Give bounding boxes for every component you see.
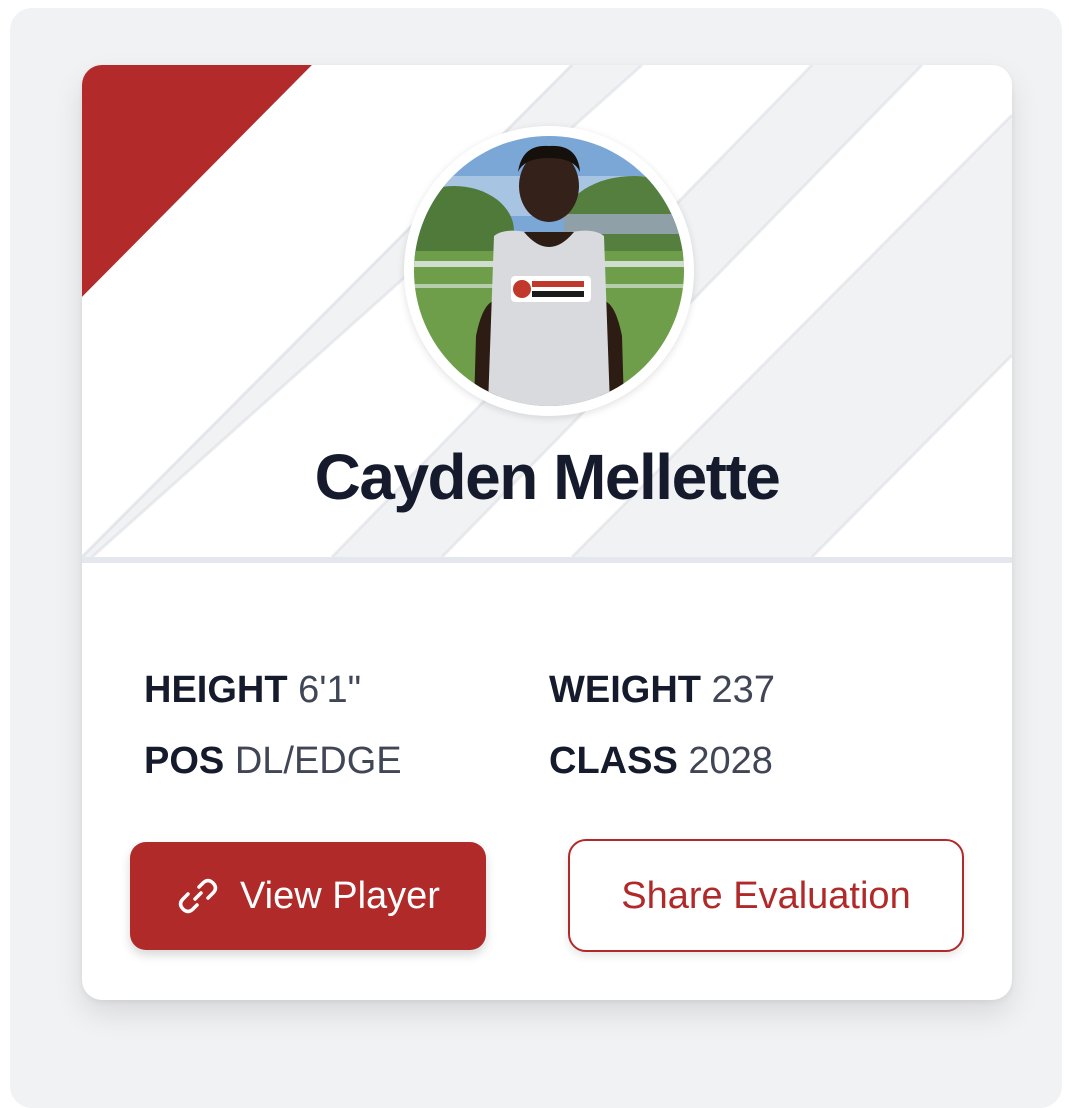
- player-photo: [414, 136, 684, 406]
- link-icon: [176, 874, 220, 918]
- card-header: Cayden Mellette: [82, 65, 1012, 557]
- view-player-button[interactable]: View Player: [130, 842, 486, 950]
- stat-class-label: CLASS: [549, 740, 678, 782]
- share-evaluation-button[interactable]: Share Evaluation: [568, 839, 964, 952]
- view-player-label: View Player: [240, 875, 440, 917]
- stat-class: CLASS 2028: [549, 742, 773, 780]
- avatar-ring: [404, 126, 694, 416]
- stat-height: HEIGHT 6'1": [144, 671, 361, 709]
- header-divider: [82, 557, 1012, 563]
- player-card: Cayden Mellette HEIGHT 6'1" WEIGHT 237 P…: [82, 65, 1012, 1000]
- stat-pos-label: POS: [144, 740, 225, 782]
- stat-height-value: 6'1": [298, 669, 362, 711]
- stat-pos-value: DL/EDGE: [234, 740, 402, 782]
- stat-pos: POS DL/EDGE: [144, 742, 402, 780]
- stat-weight-value: 237: [711, 669, 775, 711]
- stat-weight: WEIGHT 237: [549, 671, 775, 709]
- player-name: Cayden Mellette: [314, 441, 781, 513]
- page-background: Cayden Mellette HEIGHT 6'1" WEIGHT 237 P…: [10, 8, 1062, 1108]
- stat-weight-label: WEIGHT: [549, 669, 701, 711]
- stat-height-label: HEIGHT: [144, 669, 288, 711]
- stat-class-value: 2028: [688, 740, 773, 782]
